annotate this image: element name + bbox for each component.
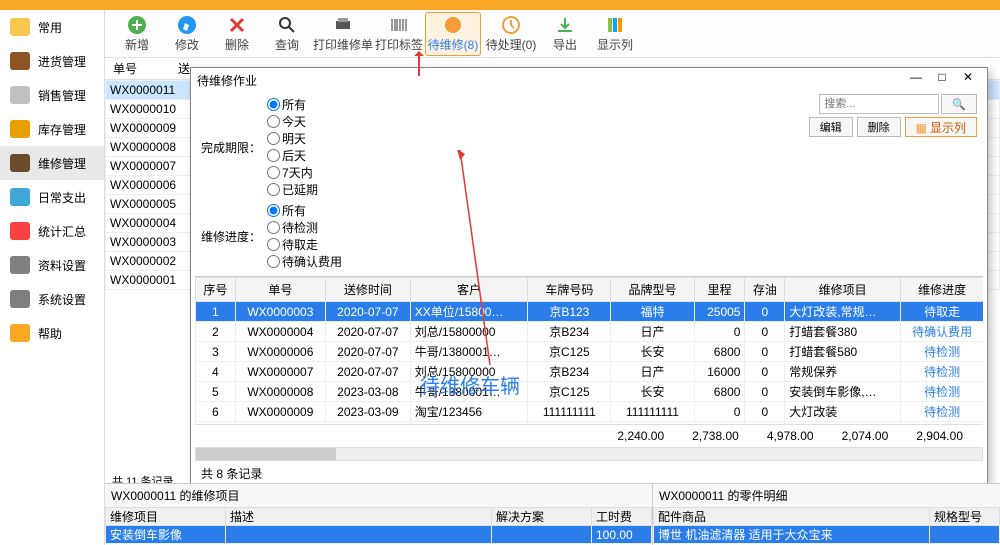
search-go-button[interactable]: 🔍 [941, 94, 977, 114]
radio-已延期[interactable]: 已延期 [267, 181, 318, 198]
radio-待取走[interactable]: 待取走 [267, 236, 342, 253]
sidebar-item-label: 统计汇总 [38, 223, 86, 240]
x-icon [227, 15, 247, 35]
modal-edit-button[interactable]: 编辑 [809, 117, 853, 137]
nav-icon [10, 290, 30, 308]
sidebar-item-label: 进货管理 [38, 53, 86, 70]
sidebar-item-1[interactable]: 进货管理 [0, 44, 104, 78]
radio-后天[interactable]: 后天 [267, 147, 318, 164]
table-row: 安装倒车影像 100.00 [106, 526, 652, 544]
modal-title: 待维修作业 [197, 72, 257, 89]
maximize-button[interactable]: □ [929, 70, 955, 90]
show-cols-button[interactable]: 显示列 [591, 12, 639, 56]
export-icon [555, 15, 575, 35]
table-row[interactable]: 3WX00000062020-07-07牛哥/1380001…京C125长安68… [196, 342, 984, 362]
sidebar-item-0[interactable]: 常用 [0, 10, 104, 44]
nav-icon [10, 154, 30, 172]
sidebar-item-label: 帮助 [38, 325, 62, 342]
minimize-button[interactable]: — [903, 70, 929, 90]
nav-icon [10, 188, 30, 206]
sidebar-item-label: 销售管理 [38, 87, 86, 104]
horizontal-scrollbar[interactable] [195, 447, 983, 461]
modal-delete-button[interactable]: 删除 [857, 117, 901, 137]
radio-待确认费用[interactable]: 待确认费用 [267, 253, 342, 270]
search-icon [277, 15, 297, 35]
wrench-icon [443, 15, 463, 35]
modal-totals: 2,240.002,738.00 4,978.002,074.00 2,904.… [195, 424, 983, 447]
nav-icon [10, 86, 30, 104]
table-row[interactable]: 1WX00000032020-07-07XX单位/15800…京B123福特25… [196, 302, 984, 322]
printer-icon [333, 15, 353, 35]
table-row[interactable]: 6WX00000092023-03-09淘宝/12345611111111111… [196, 402, 984, 422]
sidebar-item-2[interactable]: 销售管理 [0, 78, 104, 112]
delete-button[interactable]: 删除 [213, 12, 261, 56]
nav-icon [10, 256, 30, 274]
nav-icon [10, 222, 30, 240]
sidebar-item-label: 库存管理 [38, 121, 86, 138]
table-row[interactable]: 5WX00000082023-03-08牛哥/1380001…京C125长安68… [196, 382, 984, 402]
radio-今天[interactable]: 今天 [267, 113, 318, 130]
table-row[interactable]: 4WX00000072020-07-07刘总/15800000京B234日产16… [196, 362, 984, 382]
search-input[interactable] [819, 94, 939, 114]
radio-所有[interactable]: 所有 [267, 96, 318, 113]
clock-icon [501, 15, 521, 35]
sidebar-item-5[interactable]: 日常支出 [0, 180, 104, 214]
pending-repair-button[interactable]: 待维修(8) [425, 12, 481, 56]
modal-record-count: 共 8 条记录 [201, 465, 262, 482]
print-label-button[interactable]: 打印标签 [375, 12, 423, 56]
radio-待检测[interactable]: 待检测 [267, 219, 342, 236]
columns-icon [605, 15, 625, 35]
sidebar-item-8[interactable]: 系统设置 [0, 282, 104, 316]
repair-items-table[interactable]: 维修项目描述解决方案工时费 安装倒车影像 100.00 [105, 507, 652, 544]
add-button[interactable]: 新增 [113, 12, 161, 56]
table-row: 博世 机油滤清器 适用于大众宝来 [654, 526, 1000, 544]
sidebar-item-label: 系统设置 [38, 291, 86, 308]
nav-icon [10, 18, 30, 36]
sidebar: 常用进货管理销售管理库存管理维修管理日常支出统计汇总资料设置系统设置帮助 [0, 10, 105, 545]
sidebar-item-label: 资料设置 [38, 257, 86, 274]
repair-progress-filter: 维修进度： 所有 待检测 待取走 待确认费用 [201, 202, 977, 270]
sidebar-item-6[interactable]: 统计汇总 [0, 214, 104, 248]
pending-process-button[interactable]: 待处理(0) [483, 12, 539, 56]
nav-icon [10, 52, 30, 70]
nav-icon [10, 324, 30, 342]
pencil-icon [177, 15, 197, 35]
nav-icon [10, 120, 30, 138]
edit-button[interactable]: 修改 [163, 12, 211, 56]
sidebar-item-9[interactable]: 帮助 [0, 316, 104, 350]
parts-detail-title: WX0000011 的零件明细 [653, 484, 1000, 507]
query-button[interactable]: 查询 [263, 12, 311, 56]
export-button[interactable]: 导出 [541, 12, 589, 56]
toolbar: 新增 修改 删除 查询 打印维修单 打印标签 待维修(8) 待处理(0) 导出 … [105, 10, 1000, 58]
radio-7天内[interactable]: 7天内 [267, 164, 318, 181]
close-button[interactable]: ✕ [955, 70, 981, 90]
radio-所有[interactable]: 所有 [267, 202, 342, 219]
barcode-icon [389, 15, 409, 35]
sidebar-item-3[interactable]: 库存管理 [0, 112, 104, 146]
sidebar-item-label: 维修管理 [38, 155, 86, 172]
print-repair-button[interactable]: 打印维修单 [313, 12, 373, 56]
sidebar-item-7[interactable]: 资料设置 [0, 248, 104, 282]
parts-detail-table[interactable]: 配件商品规格型号 博世 机油滤清器 适用于大众宝来 [653, 507, 1000, 544]
modal-cols-button[interactable]: ▦ 显示列 [905, 117, 977, 137]
sidebar-item-label: 日常支出 [38, 189, 86, 206]
sidebar-item-4[interactable]: 维修管理 [0, 146, 104, 180]
pending-repair-modal: 待维修作业 — □ ✕ 完成期限： 所有 今天 明天 后天 7天内 已延期 维修… [190, 67, 988, 485]
sidebar-item-label: 常用 [38, 19, 62, 36]
table-row[interactable]: 2WX00000042020-07-07刘总/15800000京B234日产00… [196, 322, 984, 342]
detail-panels: WX0000011 的维修项目 维修项目描述解决方案工时费 安装倒车影像 100… [105, 483, 1000, 545]
repair-items-title: WX0000011 的维修项目 [105, 484, 652, 507]
pending-repair-table[interactable]: 序号单号送修时间客户车牌号码品牌型号里程存油维修项目维修进度工时费零件费用合计金… [195, 277, 983, 424]
radio-明天[interactable]: 明天 [267, 130, 318, 147]
plus-icon [127, 15, 147, 35]
